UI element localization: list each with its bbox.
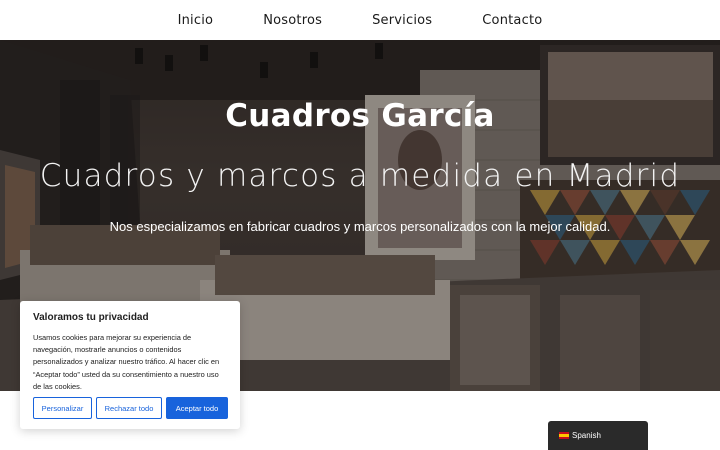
cookie-text: Usamos cookies para mejorar su experienc… [33, 333, 220, 391]
language-label: Spanish [572, 431, 601, 440]
hero-tagline: Nos especializamos en fabricar cuadros y… [109, 219, 611, 234]
nav-link-servicios[interactable]: Servicios [372, 13, 432, 28]
spain-flag-icon [559, 432, 569, 439]
nav-link-contacto[interactable]: Contacto [482, 13, 542, 28]
language-switcher[interactable]: Spanish [548, 421, 648, 450]
cookie-accept-button[interactable]: Aceptar todo [166, 397, 228, 419]
hero-subtitle: Cuadros y marcos a medida en Madrid [39, 158, 681, 194]
cookie-customize-button[interactable]: Personalizar [33, 397, 92, 419]
main-navigation: Inicio Nosotros Servicios Contacto [0, 0, 720, 40]
cookie-consent-banner: Valoramos tu privacidad Usamos cookies p… [20, 301, 240, 429]
nav-link-inicio[interactable]: Inicio [178, 13, 214, 28]
nav-link-nosotros[interactable]: Nosotros [263, 13, 322, 28]
hero-title: Cuadros García [225, 98, 495, 134]
cookie-title: Valoramos tu privacidad [33, 312, 149, 323]
cookie-reject-button[interactable]: Rechazar todo [96, 397, 162, 419]
cookie-button-group: Personalizar Rechazar todo Aceptar todo [33, 397, 228, 419]
